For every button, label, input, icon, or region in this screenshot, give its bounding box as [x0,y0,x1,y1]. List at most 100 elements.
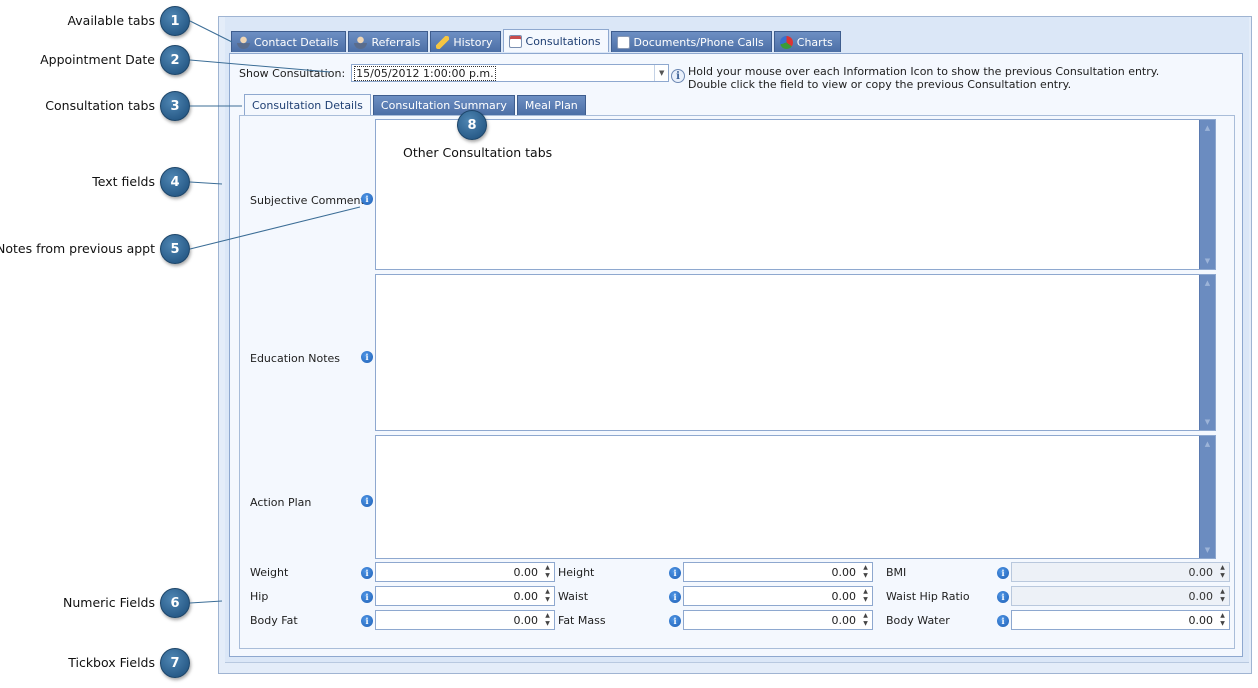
weight-value: 0.00 [513,565,539,579]
body-water-input[interactable]: 0.00 ▲ ▼ [1011,610,1230,630]
education-notes-textarea[interactable]: ▲ ▼ [375,274,1216,431]
callout-label-available-tabs: Available tabs [67,13,155,28]
info-icon-hip[interactable]: i [361,591,373,603]
spin-up-icon[interactable]: ▲ [863,565,868,571]
spin-down-icon[interactable]: ▼ [863,621,868,627]
spin-buttons[interactable]: ▲ ▼ [543,613,552,627]
chart-icon [779,35,793,49]
scroll-down-arrow-icon[interactable]: ▼ [1200,544,1215,556]
spin-up-icon[interactable]: ▲ [545,589,550,595]
info-icon-waist[interactable]: i [669,591,681,603]
hip-input[interactable]: 0.00 ▲ ▼ [375,586,555,606]
callout-badge-3: 3 [160,91,190,121]
waist-input[interactable]: 0.00 ▲ ▼ [683,586,873,606]
tab-referrals[interactable]: Referrals [348,31,429,52]
body-water-value: 0.00 [1188,613,1214,627]
callout-badge-1: 1 [160,6,190,36]
body-fat-input[interactable]: 0.00 ▲ ▼ [375,610,555,630]
height-value: 0.00 [831,565,857,579]
info-icon-body-water[interactable]: i [997,615,1009,627]
tab-label: Referrals [371,35,421,49]
callout-badge-4: 4 [160,167,190,197]
waist-hip-ratio-label: Waist Hip Ratio [886,590,970,603]
scroll-up-arrow-icon[interactable]: ▲ [1200,277,1215,289]
spin-down-icon: ▼ [1220,572,1225,579]
spin-down-icon[interactable]: ▼ [1220,621,1225,627]
tab-consultation-summary[interactable]: Consultation Summary [372,95,515,115]
bmi-input: 0.00 ▲ ▼ [1011,562,1230,582]
callout-badge-6: 6 [160,588,190,618]
spin-down-icon[interactable]: ▼ [863,573,868,579]
vertical-scrollbar[interactable]: ▲ ▼ [1199,436,1215,558]
tab-history[interactable]: History [430,31,501,52]
tab-label: Consultations [525,34,601,48]
hint-line-2: Double click the field to view or copy t… [688,78,1072,91]
height-input[interactable]: 0.00 ▲ ▼ [683,562,873,582]
bmi-label: BMI [886,566,907,579]
frame-divider [225,662,1249,663]
info-icon: i [671,69,685,83]
spin-down-icon[interactable]: ▼ [545,621,550,627]
scroll-up-arrow-icon[interactable]: ▲ [1200,438,1215,450]
scroll-down-arrow-icon[interactable]: ▼ [1200,255,1215,267]
action-plan-textarea[interactable]: ▲ ▼ [375,435,1216,559]
spin-up-icon[interactable]: ▲ [863,589,868,595]
spin-down-icon[interactable]: ▼ [545,573,550,579]
info-icon-education-notes[interactable]: i [361,351,373,363]
scroll-up-arrow-icon[interactable]: ▲ [1200,122,1215,134]
info-icon-bmi[interactable]: i [997,567,1009,579]
tab-label: Charts [796,35,833,49]
callout-label-text-fields: Text fields [92,174,155,189]
spin-buttons[interactable]: ▲ ▼ [1218,613,1227,627]
subjective-comments-label: Subjective Comments [250,194,371,207]
spin-up-icon[interactable]: ▲ [863,613,868,619]
fat-mass-label: Fat Mass [558,614,606,627]
info-icon-action-plan[interactable]: i [361,495,373,507]
tab-charts[interactable]: Charts [773,31,841,52]
scroll-down-arrow-icon[interactable]: ▼ [1200,416,1215,428]
spin-up-icon[interactable]: ▲ [545,613,550,619]
person-icon [354,35,368,49]
weight-input[interactable]: 0.00 ▲ ▼ [375,562,555,582]
tab-contact-details[interactable]: Contact Details [231,31,347,52]
callout-label-consultation-tabs: Consultation tabs [45,98,155,113]
info-icon-height[interactable]: i [669,567,681,579]
consultation-date-select[interactable]: 15/05/2012 1:00:00 p.m. ▼ [351,64,670,82]
spin-down-icon[interactable]: ▼ [545,597,550,603]
subjective-comments-textarea[interactable]: ▲ ▼ [375,119,1216,270]
waist-hip-ratio-value: 0.00 [1188,589,1214,603]
spin-buttons[interactable]: ▲ ▼ [861,565,870,579]
tab-documents-phone-calls[interactable]: Documents/Phone Calls [610,31,772,52]
spin-buttons[interactable]: ▲ ▼ [861,613,870,627]
action-plan-label: Action Plan [250,496,312,509]
spin-down-icon[interactable]: ▼ [863,597,868,603]
tab-label: Documents/Phone Calls [633,35,764,49]
spin-buttons[interactable]: ▲ ▼ [543,589,552,603]
spin-down-icon: ▼ [1220,596,1225,603]
spin-up-icon[interactable]: ▲ [1220,613,1225,619]
fat-mass-input[interactable]: 0.00 ▲ ▼ [683,610,873,630]
vertical-scrollbar[interactable]: ▲ ▼ [1199,120,1215,269]
info-icon-fat-mass[interactable]: i [669,615,681,627]
chevron-down-icon[interactable]: ▼ [654,65,668,81]
callout-note-other-consultation-tabs: Other Consultation tabs [403,145,553,160]
callout-badge-5: 5 [160,234,190,264]
tab-label: History [453,35,493,49]
info-icon-subjective-comments[interactable]: i [361,193,373,205]
pencil-icon [436,35,450,49]
info-icon-body-fat[interactable]: i [361,615,373,627]
vertical-scrollbar[interactable]: ▲ ▼ [1199,275,1215,430]
body-water-label: Body Water [886,614,950,627]
hint-line-1: Hold your mouse over each Information Ic… [688,65,1160,78]
tab-label: Contact Details [254,35,339,49]
tab-meal-plan[interactable]: Meal Plan [516,95,586,115]
application-window: Contact Details Referrals History Consul… [218,16,1252,674]
tab-consultations[interactable]: Consultations [502,29,609,52]
info-icon-weight[interactable]: i [361,567,373,579]
spin-buttons[interactable]: ▲ ▼ [861,589,870,603]
tab-consultation-details[interactable]: Consultation Details [244,94,371,115]
spin-up-icon[interactable]: ▲ [545,565,550,571]
info-icon-waist-hip-ratio[interactable]: i [997,591,1009,603]
spin-buttons[interactable]: ▲ ▼ [543,565,552,579]
consultation-hint: Hold your mouse over each Information Ic… [688,65,1159,91]
